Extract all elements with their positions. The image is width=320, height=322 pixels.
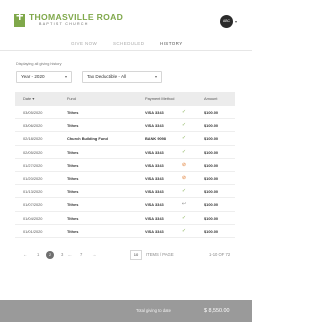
items-per-page-input[interactable]: 10: [130, 250, 142, 260]
payment-method-cell: VISA 3343: [145, 110, 164, 115]
chevron-down-icon: ▾: [154, 74, 157, 79]
total-giving-bar: Total giving to date $ 8,550.00: [0, 300, 252, 322]
date-cell: 01/20/2020: [23, 176, 43, 181]
tax-deductible-select[interactable]: Tax Deductible - All ▾: [82, 71, 162, 83]
fund-cell: Tithes: [67, 123, 79, 129]
payment-method-cell: VISA 3343: [145, 215, 164, 221]
column-header-fund: Fund: [67, 96, 76, 101]
tab-give-now[interactable]: GIVE NOW: [71, 41, 97, 46]
check-icon: ✓: [181, 188, 187, 195]
page-link-last[interactable]: 7: [80, 248, 82, 262]
blocked-icon: ⊘: [181, 175, 187, 181]
tab-scheduled[interactable]: SCHEDULED: [113, 41, 144, 46]
brand-subtitle: BAPTIST CHURCH: [39, 22, 89, 26]
fund-cell: Tithes: [67, 149, 79, 155]
payment-method-cell: VISA 3343: [145, 149, 164, 155]
check-icon: ✓: [181, 214, 187, 221]
payment-method-cell: VISA 3343: [145, 162, 164, 168]
next-page-icon[interactable]: →: [92, 248, 96, 262]
check-icon: ✓: [181, 227, 187, 234]
payment-method-cell: VISA 3343: [145, 189, 164, 195]
table-row[interactable]: 03/05/2020 Tithes VISA 3343 ✓ $100.00: [15, 106, 235, 120]
page-link-3[interactable]: 3: [61, 248, 63, 262]
check-icon: ✓: [181, 122, 187, 129]
table-row[interactable]: 01/01/2020 Tithes VISA 3343 ✓ $100.00: [15, 225, 235, 238]
table-row[interactable]: 03/06/2020 Tithes VISA 3343 ✓ $100.00: [15, 119, 235, 133]
fund-cell: Tithes: [67, 189, 79, 195]
table-row[interactable]: 01/13/2020 Tithes VISA 3343 ✓ $100.00: [15, 185, 235, 199]
date-cell: 01/27/2020: [23, 162, 43, 168]
pagination: ← 1 2 3 ... 7 → 10 ITEMS / PAGE 1-10 OF …: [15, 248, 235, 262]
fund-cell: Church Building Fund: [67, 136, 108, 142]
chevron-down-icon[interactable]: ▾: [235, 19, 237, 24]
prev-page-icon[interactable]: ←: [23, 248, 27, 262]
amount-cell: $100.00: [204, 162, 219, 168]
column-header-amount: Amount: [204, 96, 218, 101]
date-cell: 01/13/2020: [23, 189, 43, 195]
user-avatar[interactable]: ABC: [220, 15, 233, 28]
fund-cell: Tithes: [67, 228, 79, 234]
table-header: Date ▾ Fund Payment Method Amount: [15, 92, 235, 106]
date-cell: 02/18/2020: [23, 136, 43, 142]
amount-cell: $100.00: [204, 176, 219, 181]
table-row[interactable]: 01/04/2020 Tithes VISA 3343 ✓ $100.00: [15, 212, 235, 225]
pagination-ellipsis: ...: [68, 252, 72, 257]
refund-icon: ↩: [181, 201, 187, 208]
fund-cell: Tithes: [67, 110, 79, 115]
amount-cell: $100.00: [204, 110, 219, 115]
amount-cell: $100.00: [204, 215, 219, 221]
sort-arrow-icon: ▾: [32, 96, 35, 101]
tax-select-value: Tax Deductible - All: [87, 74, 127, 79]
column-header-payment: Payment Method: [145, 96, 175, 101]
amount-cell: $100.00: [204, 136, 219, 142]
check-icon: ✓: [181, 148, 187, 155]
page-link-1[interactable]: 1: [37, 248, 39, 262]
date-cell: 01/01/2020: [23, 228, 43, 234]
chevron-down-icon: ▾: [64, 74, 67, 79]
payment-method-cell: BANK 9098: [145, 136, 166, 142]
fund-cell: Tithes: [67, 215, 79, 221]
table-row[interactable]: 01/20/2020 Tithes VISA 3343 ⊘ $100.00: [15, 172, 235, 186]
date-cell: 01/07/2020: [23, 202, 43, 208]
payment-method-cell: VISA 3343: [145, 202, 164, 208]
table-row[interactable]: 02/18/2020 Church Building Fund BANK 9098 ✓…: [15, 132, 235, 146]
fund-cell: Tithes: [67, 202, 79, 208]
table-row[interactable]: 01/27/2020 Tithes VISA 3343 ⊘ $100.00: [15, 159, 235, 172]
app-header: THOMASVILLE ROAD BAPTIST CHURCH ABC ▾: [0, 0, 252, 38]
check-icon: ✓: [181, 135, 187, 142]
amount-cell: $100.00: [204, 228, 219, 234]
page-current[interactable]: 2: [46, 251, 54, 259]
column-header-date[interactable]: Date ▾: [23, 92, 34, 106]
table-row[interactable]: 02/05/2020 Tithes VISA 3343 ✓ $100.00: [15, 146, 235, 159]
date-cell: 02/05/2020: [23, 149, 43, 155]
total-giving-label: Total giving to date: [136, 308, 171, 313]
church-logo-icon: [14, 12, 25, 27]
amount-cell: $100.00: [204, 189, 219, 195]
year-select-value: Year - 2020: [21, 74, 45, 79]
amount-cell: $100.00: [204, 202, 219, 208]
items-per-page-label: ITEMS / PAGE: [146, 252, 174, 257]
amount-cell: $100.00: [204, 149, 219, 155]
table-row[interactable]: 01/07/2020 Tithes VISA 3343 ↩ $100.00: [15, 198, 235, 212]
date-cell: 01/04/2020: [23, 215, 43, 221]
year-select[interactable]: Year - 2020 ▾: [16, 71, 72, 83]
tab-history[interactable]: HISTORY: [160, 41, 183, 46]
fund-cell: Tithes: [67, 162, 79, 168]
check-icon: ✓: [181, 109, 187, 115]
date-cell: 03/06/2020: [23, 123, 43, 129]
total-giving-value: $ 8,550.00: [204, 308, 230, 314]
page-range: 1-10 OF 72: [209, 252, 231, 257]
brand-title: THOMASVILLE ROAD: [29, 12, 124, 22]
blocked-icon: ⊘: [181, 161, 187, 168]
filter-note: Displaying all giving history: [16, 62, 62, 66]
amount-cell: $100.00: [204, 123, 219, 129]
payment-method-cell: VISA 3343: [145, 123, 164, 129]
payment-method-cell: VISA 3343: [145, 228, 164, 234]
fund-cell: Tithes: [67, 176, 79, 181]
date-cell: 03/05/2020: [23, 110, 43, 115]
tabs-divider: [0, 50, 252, 51]
payment-method-cell: VISA 3343: [145, 176, 164, 181]
